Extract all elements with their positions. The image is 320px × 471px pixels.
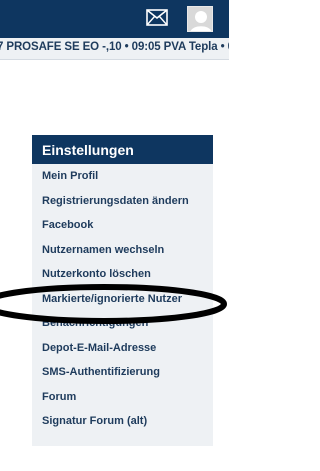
user-avatar-icon[interactable] bbox=[187, 6, 213, 32]
menu-item-sms-authentifizierung[interactable]: SMS-Authentifizierung bbox=[32, 360, 213, 385]
menu-item-signatur-forum[interactable]: Signatur Forum (alt) bbox=[32, 409, 213, 434]
menu-item-facebook[interactable]: Facebook bbox=[32, 213, 213, 238]
menu-item-mein-profil[interactable]: Mein Profil bbox=[32, 164, 213, 189]
settings-title: Einstellungen bbox=[42, 142, 134, 158]
menu-item-depot-email[interactable]: Depot-E-Mail-Adresse bbox=[32, 336, 213, 361]
top-navigation-bar bbox=[0, 0, 229, 38]
menu-item-benachrichtigungen[interactable]: Benachrichtigungen bbox=[32, 311, 213, 336]
menu-item-forum[interactable]: Forum bbox=[32, 385, 213, 410]
menu-item-nutzernamen-wechseln[interactable]: Nutzernamen wechseln bbox=[32, 238, 213, 263]
menu-item-markierte-nutzer[interactable]: Markierte/ignorierte Nutzer bbox=[32, 287, 213, 312]
avatar-silhouette-icon bbox=[190, 11, 212, 31]
settings-menu: Mein Profil Registrierungsdaten ändern F… bbox=[32, 164, 213, 434]
stock-ticker[interactable]: 7 PROSAFE SE EO -,10 • 09:05 PVA Tepla •… bbox=[0, 38, 229, 60]
envelope-icon[interactable] bbox=[146, 9, 168, 26]
settings-header: Einstellungen bbox=[32, 135, 213, 164]
ticker-text[interactable]: 7 PROSAFE SE EO -,10 • 09:05 PVA Tepla •… bbox=[0, 41, 229, 53]
settings-panel: Einstellungen Mein Profil Registrierungs… bbox=[32, 135, 213, 446]
menu-item-nutzerkonto-loeschen[interactable]: Nutzerkonto löschen bbox=[32, 262, 213, 287]
menu-item-registrierungsdaten[interactable]: Registrierungsdaten ändern bbox=[32, 189, 213, 214]
